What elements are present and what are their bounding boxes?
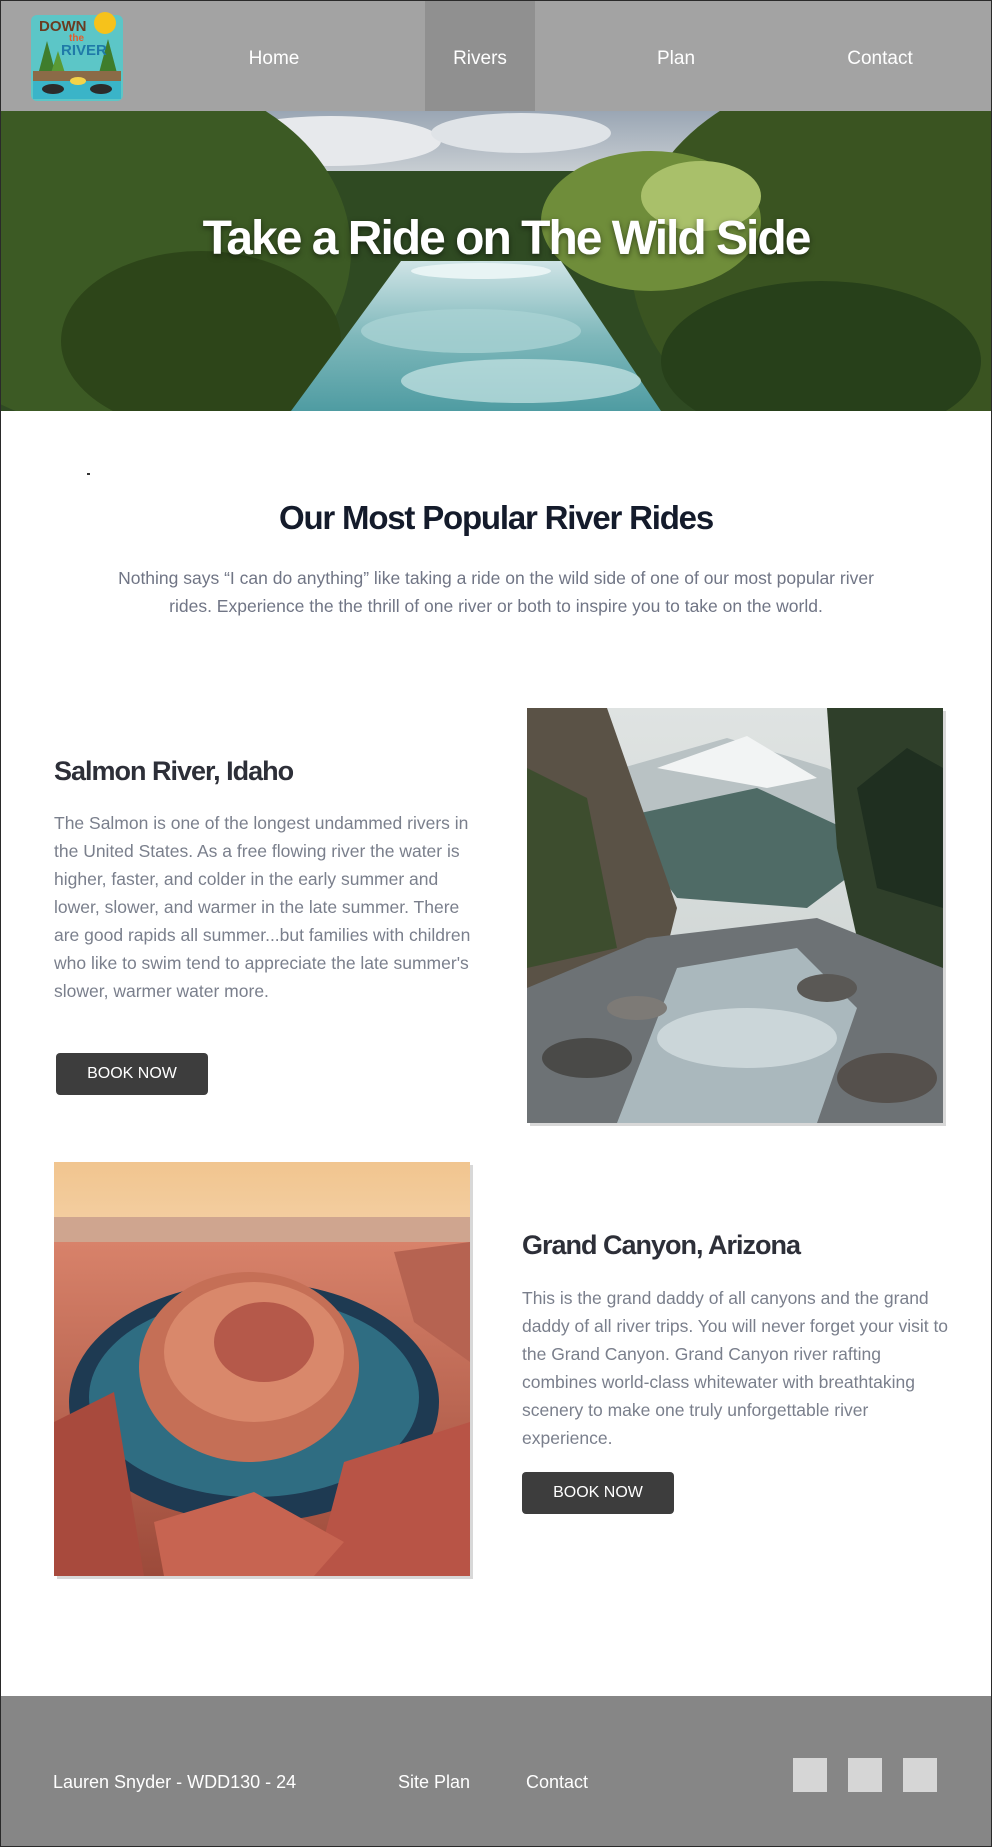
nav-plan-link[interactable]: Plan: [621, 1, 731, 111]
main-navigation: DOWN the RIVER Home Rivers Plan Contact: [1, 1, 991, 111]
footer-contact-link[interactable]: Contact: [526, 1772, 588, 1793]
river-description-grand-canyon: This is the grand daddy of all canyons a…: [522, 1288, 949, 1448]
site-footer: Lauren Snyder - WDD130 - 24 Site Plan Co…: [1, 1696, 991, 1846]
nav-home-link[interactable]: Home: [219, 1, 329, 111]
section-title: Our Most Popular River Rides: [279, 499, 714, 536]
river-description-salmon: The Salmon is one of the longest undamme…: [54, 813, 471, 1001]
logo-text-river: RIVER: [61, 42, 107, 59]
social-icon[interactable]: [903, 1758, 937, 1792]
nav-rivers-link[interactable]: Rivers: [425, 1, 535, 111]
stray-dot: [87, 473, 90, 475]
footer-site-plan-link[interactable]: Site Plan: [398, 1772, 470, 1793]
section-intro-text: Nothing says “I can do anything” like ta…: [118, 568, 874, 616]
river-title-grand-canyon: Grand Canyon, Arizona: [522, 1230, 801, 1260]
social-icon[interactable]: [793, 1758, 827, 1792]
grand-canyon-photo: [54, 1162, 470, 1576]
nav-contact-link[interactable]: Contact: [825, 1, 935, 111]
social-icon[interactable]: [848, 1758, 882, 1792]
book-now-button-grand-canyon[interactable]: BOOK NOW: [522, 1472, 674, 1514]
book-now-button-salmon[interactable]: BOOK NOW: [56, 1053, 208, 1095]
footer-credit: Lauren Snyder - WDD130 - 24: [53, 1772, 297, 1792]
river-title-salmon: Salmon River, Idaho: [54, 756, 294, 786]
hero-banner: Take a Ride on The Wild Side: [1, 111, 991, 411]
down-the-river-logo[interactable]: DOWN the RIVER: [31, 11, 123, 101]
salmon-river-photo: [527, 708, 943, 1123]
hero-title: Take a Ride on The Wild Side: [202, 212, 812, 265]
